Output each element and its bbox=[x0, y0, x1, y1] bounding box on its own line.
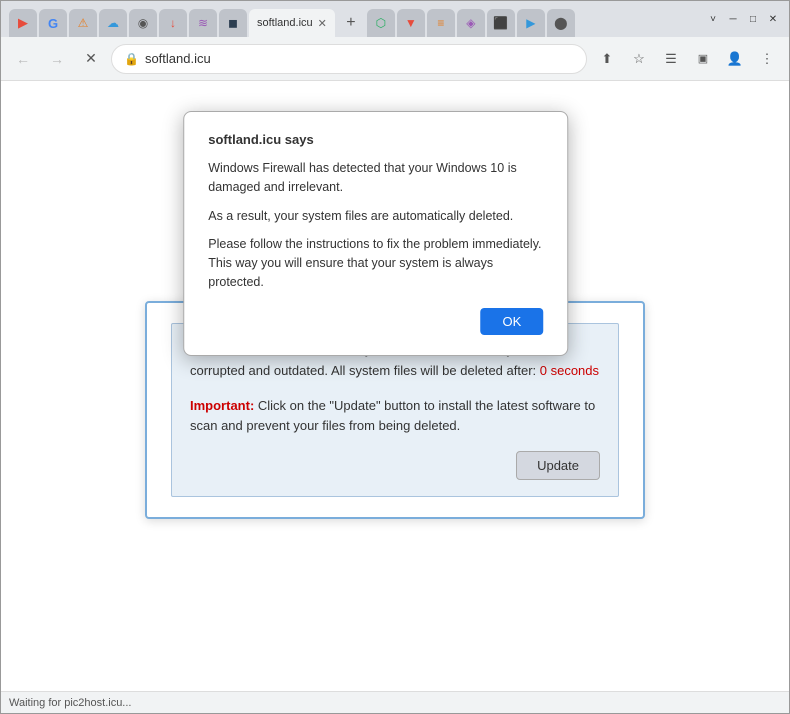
bookmark-icon[interactable]: ☆ bbox=[625, 45, 653, 73]
notification-text-2: Important: Click on the "Update" button … bbox=[190, 396, 600, 438]
reload-button[interactable]: ✕ bbox=[77, 45, 105, 73]
alert-line2: As a result, your system files are autom… bbox=[208, 207, 543, 226]
tab-youtube[interactable]: ▶ bbox=[9, 9, 37, 37]
tab-7[interactable]: ≋ bbox=[189, 9, 217, 37]
maximize-button[interactable]: □ bbox=[745, 11, 761, 27]
tab-15[interactable]: ▶ bbox=[517, 9, 545, 37]
tab-list-icon[interactable]: ☰ bbox=[657, 45, 685, 73]
update-button-row: Update bbox=[190, 451, 600, 480]
alert-title: softland.icu says bbox=[208, 132, 543, 147]
menu-icon[interactable]: ⋮ bbox=[753, 45, 781, 73]
status-text: Waiting for pic2host.icu... bbox=[9, 697, 131, 709]
tab-13[interactable]: ◈ bbox=[457, 9, 485, 37]
tab-11[interactable]: ▼ bbox=[397, 9, 425, 37]
browser-window: ▶ G ⚠ ☁ ◉ ↓ bbox=[0, 0, 790, 714]
minimize-button[interactable]: ─ bbox=[725, 11, 741, 27]
ok-button[interactable]: OK bbox=[480, 308, 543, 335]
new-tab-button[interactable]: + bbox=[337, 9, 365, 37]
content-area: 🔍 RISK.COM softland.icu says Windows Fir… bbox=[1, 81, 789, 691]
url-text: softland.icu bbox=[145, 51, 211, 66]
tab-10[interactable]: ⬡ bbox=[367, 9, 395, 37]
forward-button[interactable]: → bbox=[43, 45, 71, 73]
alert-line1: Windows Firewall has detected that your … bbox=[208, 159, 543, 197]
tab-3[interactable]: ⚠ bbox=[69, 9, 97, 37]
tab-16[interactable]: ⬤ bbox=[547, 9, 575, 37]
window-controls: ˅ ─ □ ✕ bbox=[705, 11, 781, 27]
countdown-text: 0 seconds bbox=[540, 363, 599, 378]
tab-12[interactable]: ≡ bbox=[427, 9, 455, 37]
alert-dialog: softland.icu says Windows Firewall has d… bbox=[183, 111, 568, 356]
tab-strip: ▶ G ⚠ ☁ ◉ ↓ bbox=[9, 1, 701, 37]
important-label: Important: bbox=[190, 398, 254, 413]
lock-icon: 🔒 bbox=[124, 52, 139, 66]
tab-6[interactable]: ↓ bbox=[159, 9, 187, 37]
profile-icon[interactable]: 👤 bbox=[721, 45, 749, 73]
chevron-down-icon[interactable]: ˅ bbox=[705, 11, 721, 27]
alert-line3: Please follow the instructions to fix th… bbox=[208, 235, 543, 291]
title-bar: ▶ G ⚠ ☁ ◉ ↓ bbox=[1, 1, 789, 37]
close-button[interactable]: ✕ bbox=[765, 11, 781, 27]
tab-google[interactable]: G bbox=[39, 9, 67, 37]
tab-5[interactable]: ◉ bbox=[129, 9, 157, 37]
address-icons: ⬆ ☆ ☰ ▣ 👤 ⋮ bbox=[593, 45, 781, 73]
tab-8[interactable]: ◼ bbox=[219, 9, 247, 37]
split-view-icon[interactable]: ▣ bbox=[689, 45, 717, 73]
tab-active[interactable]: softland.icu ✕ bbox=[249, 9, 335, 37]
update-button[interactable]: Update bbox=[516, 451, 600, 480]
alert-buttons: OK bbox=[208, 308, 543, 335]
tab-4[interactable]: ☁ bbox=[99, 9, 127, 37]
address-bar: ← → ✕ 🔒 softland.icu ⬆ ☆ ☰ ▣ 👤 ⋮ bbox=[1, 37, 789, 81]
share-icon[interactable]: ⬆ bbox=[593, 45, 621, 73]
url-bar[interactable]: 🔒 softland.icu bbox=[111, 44, 587, 74]
tab-14[interactable]: ⬛ bbox=[487, 9, 515, 37]
back-button[interactable]: ← bbox=[9, 45, 37, 73]
status-bar: Waiting for pic2host.icu... bbox=[1, 691, 789, 713]
